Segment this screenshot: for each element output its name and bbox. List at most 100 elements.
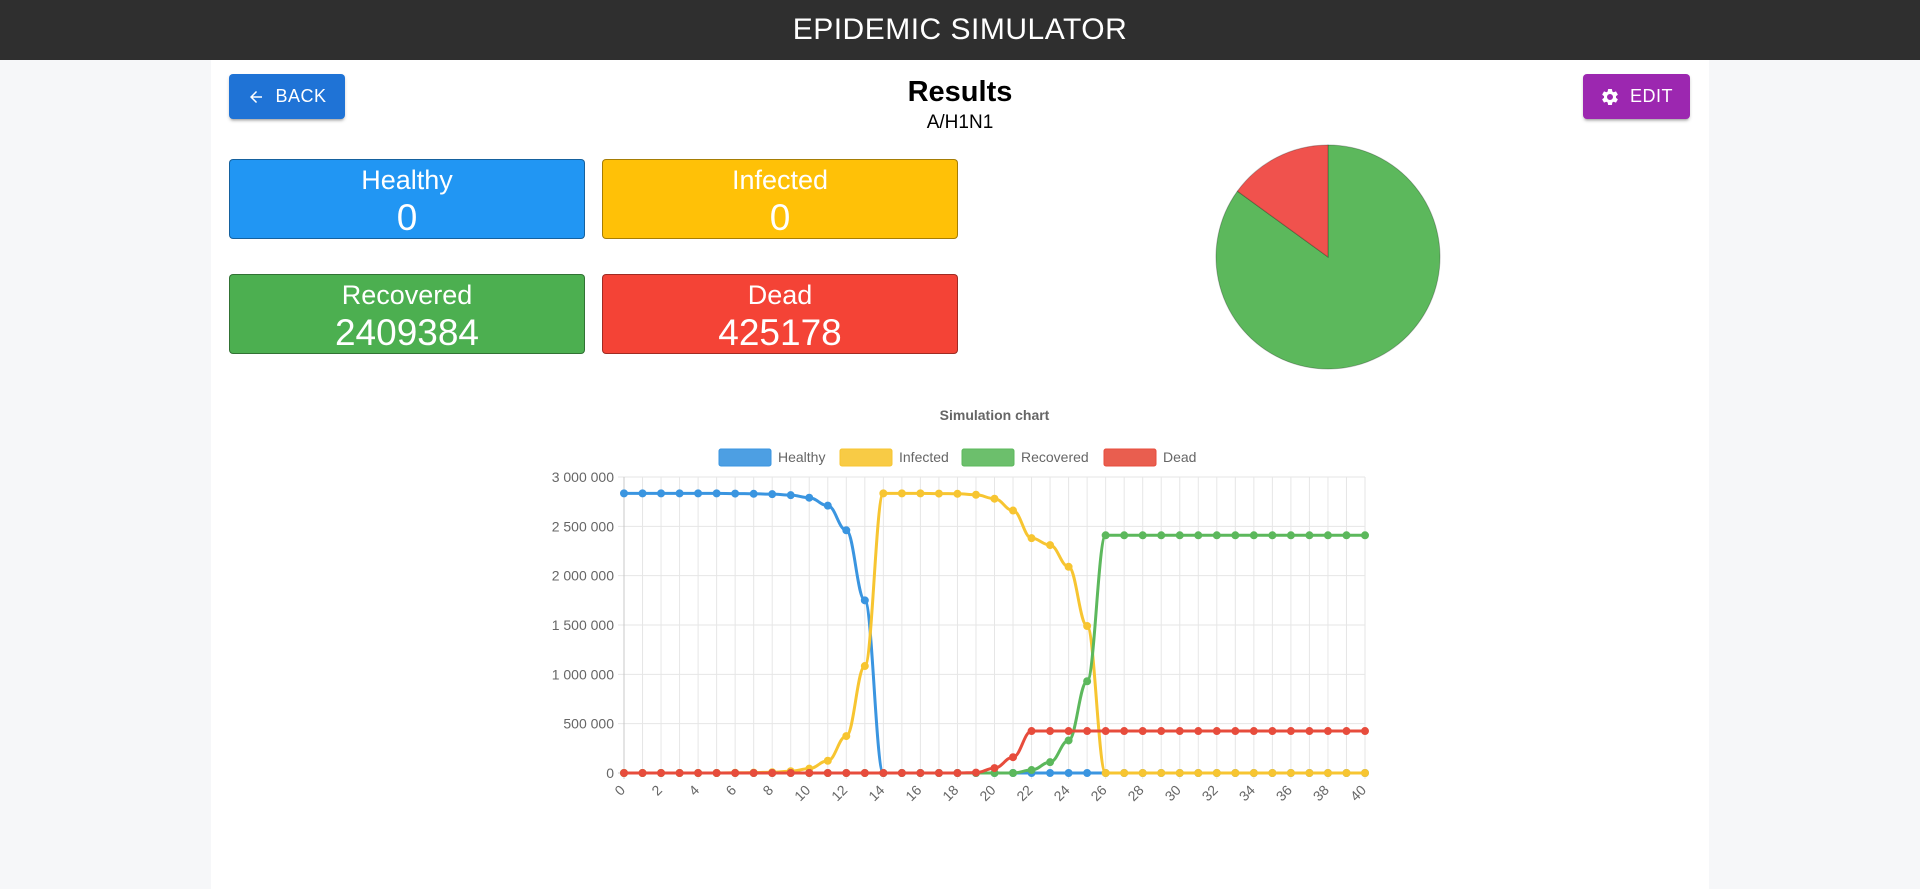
data-point-healthy <box>638 489 647 498</box>
data-point-recovered <box>1175 531 1184 540</box>
x-tick-label: 32 <box>1199 782 1221 804</box>
y-tick-label: 1 000 000 <box>552 666 614 682</box>
data-point-dead <box>1009 753 1018 762</box>
data-point-recovered <box>1231 531 1240 540</box>
data-point-dead <box>971 768 980 777</box>
data-point-recovered <box>1064 736 1073 745</box>
data-point-infected <box>1138 769 1147 777</box>
data-point-healthy <box>823 501 832 510</box>
data-point-infected <box>1027 534 1036 543</box>
data-point-infected <box>1249 769 1258 777</box>
legend-swatch <box>1103 448 1157 467</box>
data-point-dead <box>860 769 869 777</box>
data-point-dead <box>657 769 666 777</box>
data-point-dead <box>1212 727 1221 736</box>
data-point-infected <box>1083 621 1092 630</box>
data-point-dead <box>1157 727 1166 736</box>
x-tick-label: 10 <box>791 782 813 804</box>
data-point-dead <box>1323 727 1332 736</box>
x-tick-label: 0 <box>611 782 628 799</box>
x-tick-label: 26 <box>1087 782 1109 804</box>
data-point-dead <box>1101 727 1110 736</box>
data-point-healthy <box>1046 769 1055 777</box>
data-point-dead <box>694 769 703 777</box>
data-point-recovered <box>1046 758 1055 767</box>
legend-swatch <box>718 448 772 467</box>
data-point-infected <box>1175 769 1184 777</box>
data-point-infected <box>971 490 980 499</box>
data-point-dead <box>1027 727 1036 736</box>
data-point-dead <box>638 769 647 777</box>
data-point-healthy <box>712 489 721 498</box>
data-point-infected <box>1342 769 1351 777</box>
data-point-dead <box>749 769 758 777</box>
data-point-recovered <box>1286 531 1295 540</box>
data-point-healthy <box>842 526 851 535</box>
data-point-dead <box>1064 727 1073 736</box>
app-bar: EPIDEMIC SIMULATOR <box>0 0 1920 60</box>
data-point-recovered <box>1027 766 1036 775</box>
data-point-healthy <box>786 491 795 500</box>
data-point-dead <box>1046 727 1055 736</box>
y-tick-label: 500 000 <box>563 716 614 732</box>
data-point-dead <box>990 764 999 773</box>
data-point-healthy <box>805 493 814 502</box>
y-tick-label: 0 <box>606 765 614 781</box>
data-point-dead <box>823 769 832 777</box>
data-point-recovered <box>1009 769 1018 777</box>
data-point-dead <box>805 769 814 777</box>
data-point-healthy <box>1064 769 1073 777</box>
data-point-dead <box>842 769 851 777</box>
chart-title: Simulation chart <box>940 407 1050 423</box>
data-point-dead <box>768 769 777 777</box>
x-tick-label: 2 <box>648 782 665 799</box>
legend-label: Healthy <box>778 449 825 465</box>
x-tick-label: 20 <box>976 782 998 804</box>
data-point-infected <box>1286 769 1295 777</box>
data-point-infected <box>1323 769 1332 777</box>
data-point-recovered <box>1249 531 1258 540</box>
simulation-line-chart: Simulation chart Healthy Infected Recovered… <box>552 407 1370 804</box>
x-tick-label: 14 <box>865 782 887 804</box>
data-point-infected <box>953 489 962 498</box>
x-tick-label: 6 <box>722 782 739 799</box>
x-tick-label: 34 <box>1236 782 1258 804</box>
x-tick-label: 24 <box>1050 782 1072 804</box>
data-point-infected <box>1268 769 1277 777</box>
data-point-dead <box>1342 727 1351 736</box>
data-point-recovered <box>1138 531 1147 540</box>
data-point-infected <box>897 489 906 498</box>
data-point-recovered <box>1305 531 1314 540</box>
data-point-infected <box>879 489 888 498</box>
data-point-infected <box>860 662 869 671</box>
data-point-recovered <box>1212 531 1221 540</box>
results-panel: BACK Results A/H1N1 EDIT Healthy 0 Infec… <box>211 60 1709 889</box>
data-point-infected <box>1120 769 1129 777</box>
data-point-dead <box>1175 727 1184 736</box>
data-point-dead <box>1083 727 1092 736</box>
data-point-infected <box>1305 769 1314 777</box>
y-tick-label: 2 500 000 <box>552 518 614 534</box>
data-point-dead <box>1249 727 1258 736</box>
data-point-dead <box>934 769 943 777</box>
x-tick-label: 8 <box>759 782 776 799</box>
data-point-infected <box>1009 506 1018 515</box>
data-point-healthy <box>657 489 666 498</box>
x-tick-label: 4 <box>685 782 702 799</box>
data-point-dead <box>1231 727 1240 736</box>
data-point-dead <box>675 769 684 777</box>
x-tick-label: 16 <box>902 782 924 804</box>
data-point-dead <box>1138 727 1147 736</box>
x-tick-label: 36 <box>1273 782 1295 804</box>
data-point-dead <box>953 769 962 777</box>
data-point-infected <box>842 732 851 741</box>
data-point-dead <box>1305 727 1314 736</box>
data-point-infected <box>823 756 832 765</box>
data-point-infected <box>1212 769 1221 777</box>
data-point-recovered <box>1120 531 1129 540</box>
data-point-dead <box>879 769 888 777</box>
data-point-recovered <box>1342 531 1351 540</box>
data-point-healthy <box>620 489 628 498</box>
data-point-infected <box>1157 769 1166 777</box>
y-tick-label: 3 000 000 <box>552 469 614 485</box>
